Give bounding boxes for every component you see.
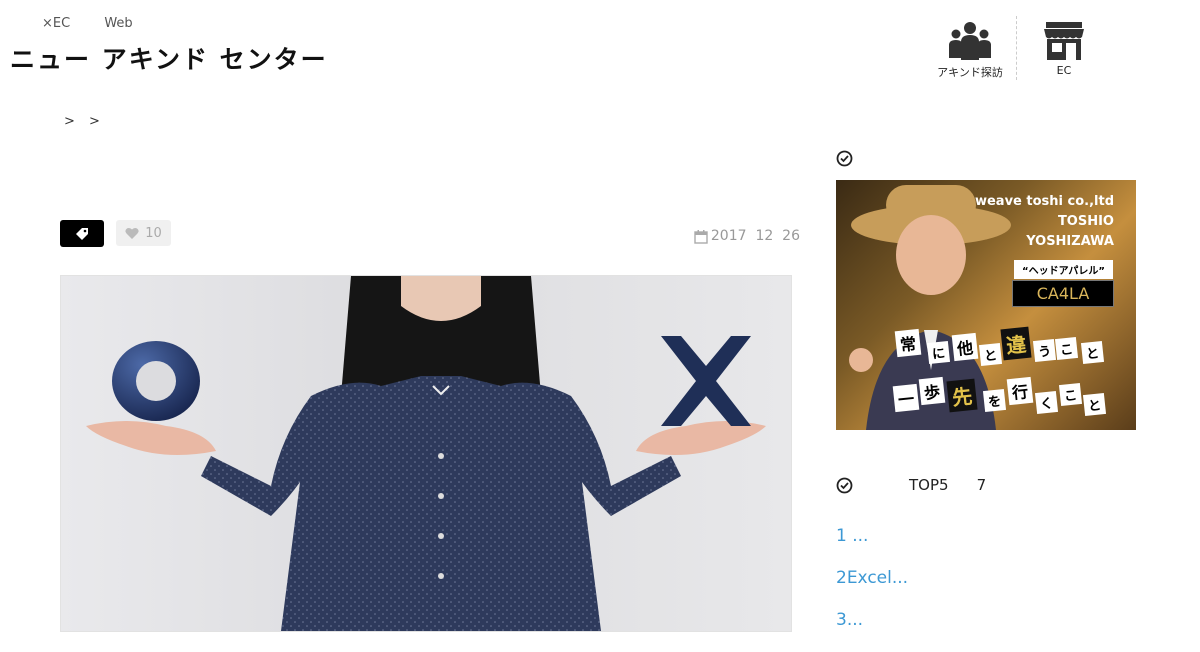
article-hero-image bbox=[60, 275, 792, 632]
shop-icon bbox=[1044, 22, 1084, 60]
interview-banner[interactable]: weave toshi co.,ltd TOSHIO YOSHIZAWA “ヘッ… bbox=[836, 180, 1136, 430]
sidebar: weave toshi co.,ltd TOSHIO YOSHIZAWA “ヘッ… bbox=[836, 150, 1136, 630]
header-icon-nav: アキンド探訪 EC bbox=[934, 16, 1100, 80]
top-nav-web-link[interactable]: Web bbox=[104, 16, 132, 31]
site-logo[interactable]: ニュー アキンド センター bbox=[10, 40, 328, 76]
banner-chip: 行 bbox=[1006, 376, 1034, 406]
top-nav-ec-link[interactable]: ×EC bbox=[42, 16, 70, 31]
ranking-count: 7 bbox=[976, 476, 987, 494]
article-meta: 10 2017 12 26 bbox=[60, 220, 800, 248]
banner-chip: く bbox=[1034, 390, 1059, 415]
banner-company: weave toshi co.,ltd bbox=[974, 194, 1114, 209]
shop-label: EC bbox=[1056, 64, 1072, 77]
banner-chip: 常 bbox=[894, 328, 922, 358]
post-date: 2017 12 26 bbox=[694, 228, 800, 244]
date-year: 2017 bbox=[710, 228, 747, 244]
hero-illustration bbox=[86, 276, 766, 631]
ranking-item[interactable]: 1 ... bbox=[836, 526, 1136, 546]
banner-chip: こ bbox=[1054, 336, 1079, 361]
ec-button[interactable]: EC bbox=[1028, 20, 1100, 80]
banner-chip: 違 bbox=[1000, 326, 1032, 361]
banner-chip: こ bbox=[1058, 382, 1083, 407]
breadcrumb: > > bbox=[64, 114, 110, 129]
ranking-item[interactable]: 2Excel... bbox=[836, 568, 1136, 588]
date-month: 12 bbox=[755, 228, 774, 244]
check-circle-icon bbox=[836, 477, 853, 493]
like-count: 10 bbox=[145, 225, 162, 241]
like-button[interactable]: 10 bbox=[116, 220, 171, 246]
people-label: アキンド探訪 bbox=[937, 66, 1003, 79]
banner-name-first: TOSHIO bbox=[1057, 214, 1114, 229]
banner-chip: に bbox=[926, 340, 951, 365]
breadcrumb-separator: > bbox=[89, 114, 100, 129]
banner-tagline: “ヘッドアパレル” bbox=[1014, 260, 1113, 279]
sidebar-heading-ranking: TOP5 7 bbox=[836, 476, 986, 494]
banner-brand: CA4LA bbox=[1012, 280, 1114, 307]
ranking-title: TOP5 bbox=[909, 476, 949, 494]
ranking-list: 1 ... 2Excel... 3... bbox=[836, 526, 1136, 652]
check-circle-icon bbox=[836, 150, 853, 167]
breadcrumb-separator: > bbox=[64, 114, 75, 129]
banner-chip: と bbox=[1080, 340, 1105, 365]
heart-icon bbox=[125, 227, 139, 239]
header-divider bbox=[1016, 16, 1018, 80]
banner-name-last: YOSHIZAWA bbox=[1026, 234, 1114, 249]
banner-chip: 一 bbox=[892, 383, 920, 413]
banner-chip: と bbox=[1082, 392, 1107, 417]
banner-chip: 歩 bbox=[918, 376, 946, 406]
date-day: 26 bbox=[782, 228, 800, 244]
sidebar-heading-banner bbox=[836, 150, 1136, 167]
akindo-visit-button[interactable]: アキンド探訪 bbox=[934, 20, 1006, 80]
people-icon bbox=[949, 22, 991, 60]
top-nav: ×EC Web bbox=[42, 16, 163, 31]
banner-chip: を bbox=[982, 388, 1007, 413]
banner-chip: 他 bbox=[951, 332, 979, 362]
tag-icon bbox=[76, 227, 88, 240]
banner-chip: 先 bbox=[946, 378, 978, 413]
calendar-icon bbox=[694, 229, 708, 244]
tag-button[interactable] bbox=[60, 220, 104, 247]
banner-chip: う bbox=[1032, 338, 1057, 363]
ranking-item[interactable]: 3... bbox=[836, 610, 1136, 630]
banner-chip: と bbox=[978, 342, 1003, 367]
